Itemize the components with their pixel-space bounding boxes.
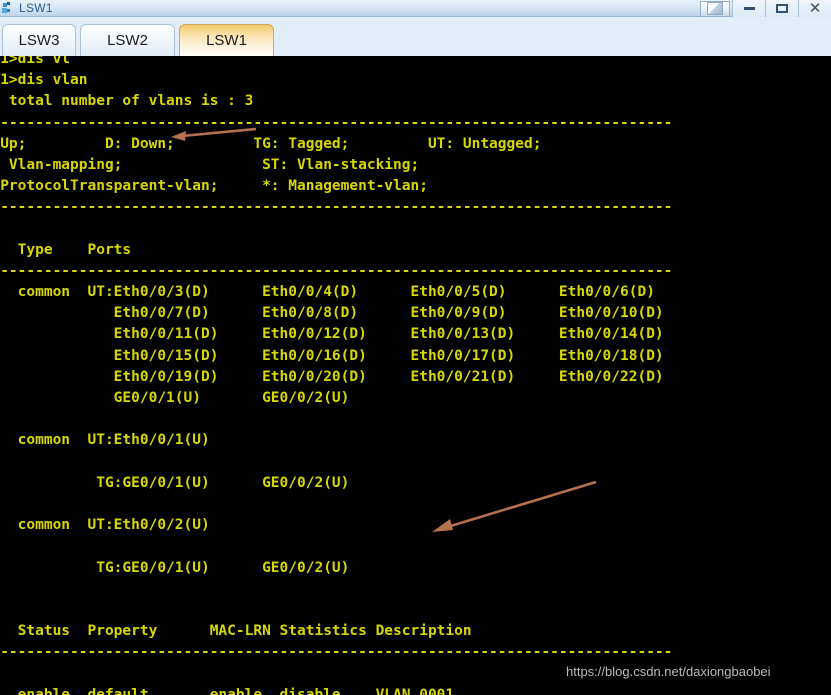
minimize-icon [743, 7, 755, 10]
console-line: #: ProtocolTransparent-vlan; *: Manageme… [0, 178, 428, 195]
console-line: Eth0/0/19(D) Eth0/0/20(D) Eth0/0/21(D) E… [0, 368, 664, 385]
restore-icon [707, 2, 723, 15]
tab-label: LSW2 [107, 32, 148, 49]
close-icon: ✕ [808, 0, 822, 17]
cli-console[interactable]: LSW1>dis vl LSW1>dis vlan The total number… [0, 56, 831, 695]
tab-label: LSW3 [18, 32, 60, 49]
app-squares-icon [2, 1, 15, 15]
maximize-icon [776, 4, 788, 13]
console-line: Eth0/0/11(D) Eth0/0/12(D) Eth0/0/13(D) E… [0, 326, 664, 343]
console-line: VID Type Ports [0, 241, 132, 258]
console-line: ----------------------------------------… [0, 644, 673, 661]
console-line: VID Status Property MAC-LRN Statistics D… [0, 623, 472, 640]
watermark-text: https://blog.csdn.net/daxiongbaobei [566, 664, 771, 679]
console-line: ----------------------------------------… [0, 114, 673, 131]
console-line: 1 enable default enable disable VLAN 000… [0, 686, 455, 695]
close-button[interactable]: ✕ [798, 0, 831, 17]
console-line: Eth0/0/7(D) Eth0/0/8(D) Eth0/0/9(D) Eth0… [0, 305, 664, 322]
console-line: MP: Vlan-mapping; ST: Vlan-stacking; [0, 156, 420, 173]
console-line: U: Up; D: Down; TG: Tagged; UT: Untagged… [0, 135, 542, 152]
restore-button[interactable] [700, 0, 730, 17]
console-line: LSW1>dis vlan [0, 72, 88, 89]
console-line: 10 common UT:Eth0/0/1(U) [17, 432, 210, 449]
tab-label: LSW1 [206, 32, 247, 49]
console-line: ----------------------------------------… [0, 262, 673, 279]
tab-lsw2[interactable]: LSW2 [80, 24, 175, 56]
maximize-button[interactable] [765, 0, 798, 17]
console-line: The total number of vlans is : 3 [0, 93, 254, 110]
console-line: GE0/0/1(U) GE0/0/2(U) [0, 390, 350, 406]
window-title: LSW1 [19, 1, 53, 15]
console-line: 1 common UT:Eth0/0/3(D) Eth0/0/4(D) Eth0… [0, 284, 655, 301]
console-line: TG:GE0/0/1(U) GE0/0/2(U) [0, 474, 350, 491]
console-line: TG:GE0/0/1(U) GE0/0/2(U) [0, 559, 350, 576]
tab-lsw1[interactable]: LSW1 [179, 24, 274, 56]
console-output: LSW1>dis vl LSW1>dis vlan The total number… [0, 56, 831, 695]
device-tab-bar: LSW3 LSW2 LSW1 [0, 17, 831, 56]
tab-lsw3[interactable]: LSW3 [2, 24, 76, 56]
emulator-window: LSW1 ✕ LSW3 LSW2 LSW1 LSW1 [0, 0, 831, 695]
window-controls: ✕ [700, 0, 831, 17]
console-line: LSW1>dis vl [0, 56, 71, 67]
console-line: Eth0/0/15(D) Eth0/0/16(D) Eth0/0/17(D) E… [0, 347, 664, 364]
console-line: 20 common UT:Eth0/0/2(U) [17, 517, 210, 534]
window-titlebar: LSW1 ✕ [0, 0, 831, 17]
console-line: ----------------------------------------… [0, 199, 673, 216]
minimize-button[interactable] [732, 0, 765, 17]
